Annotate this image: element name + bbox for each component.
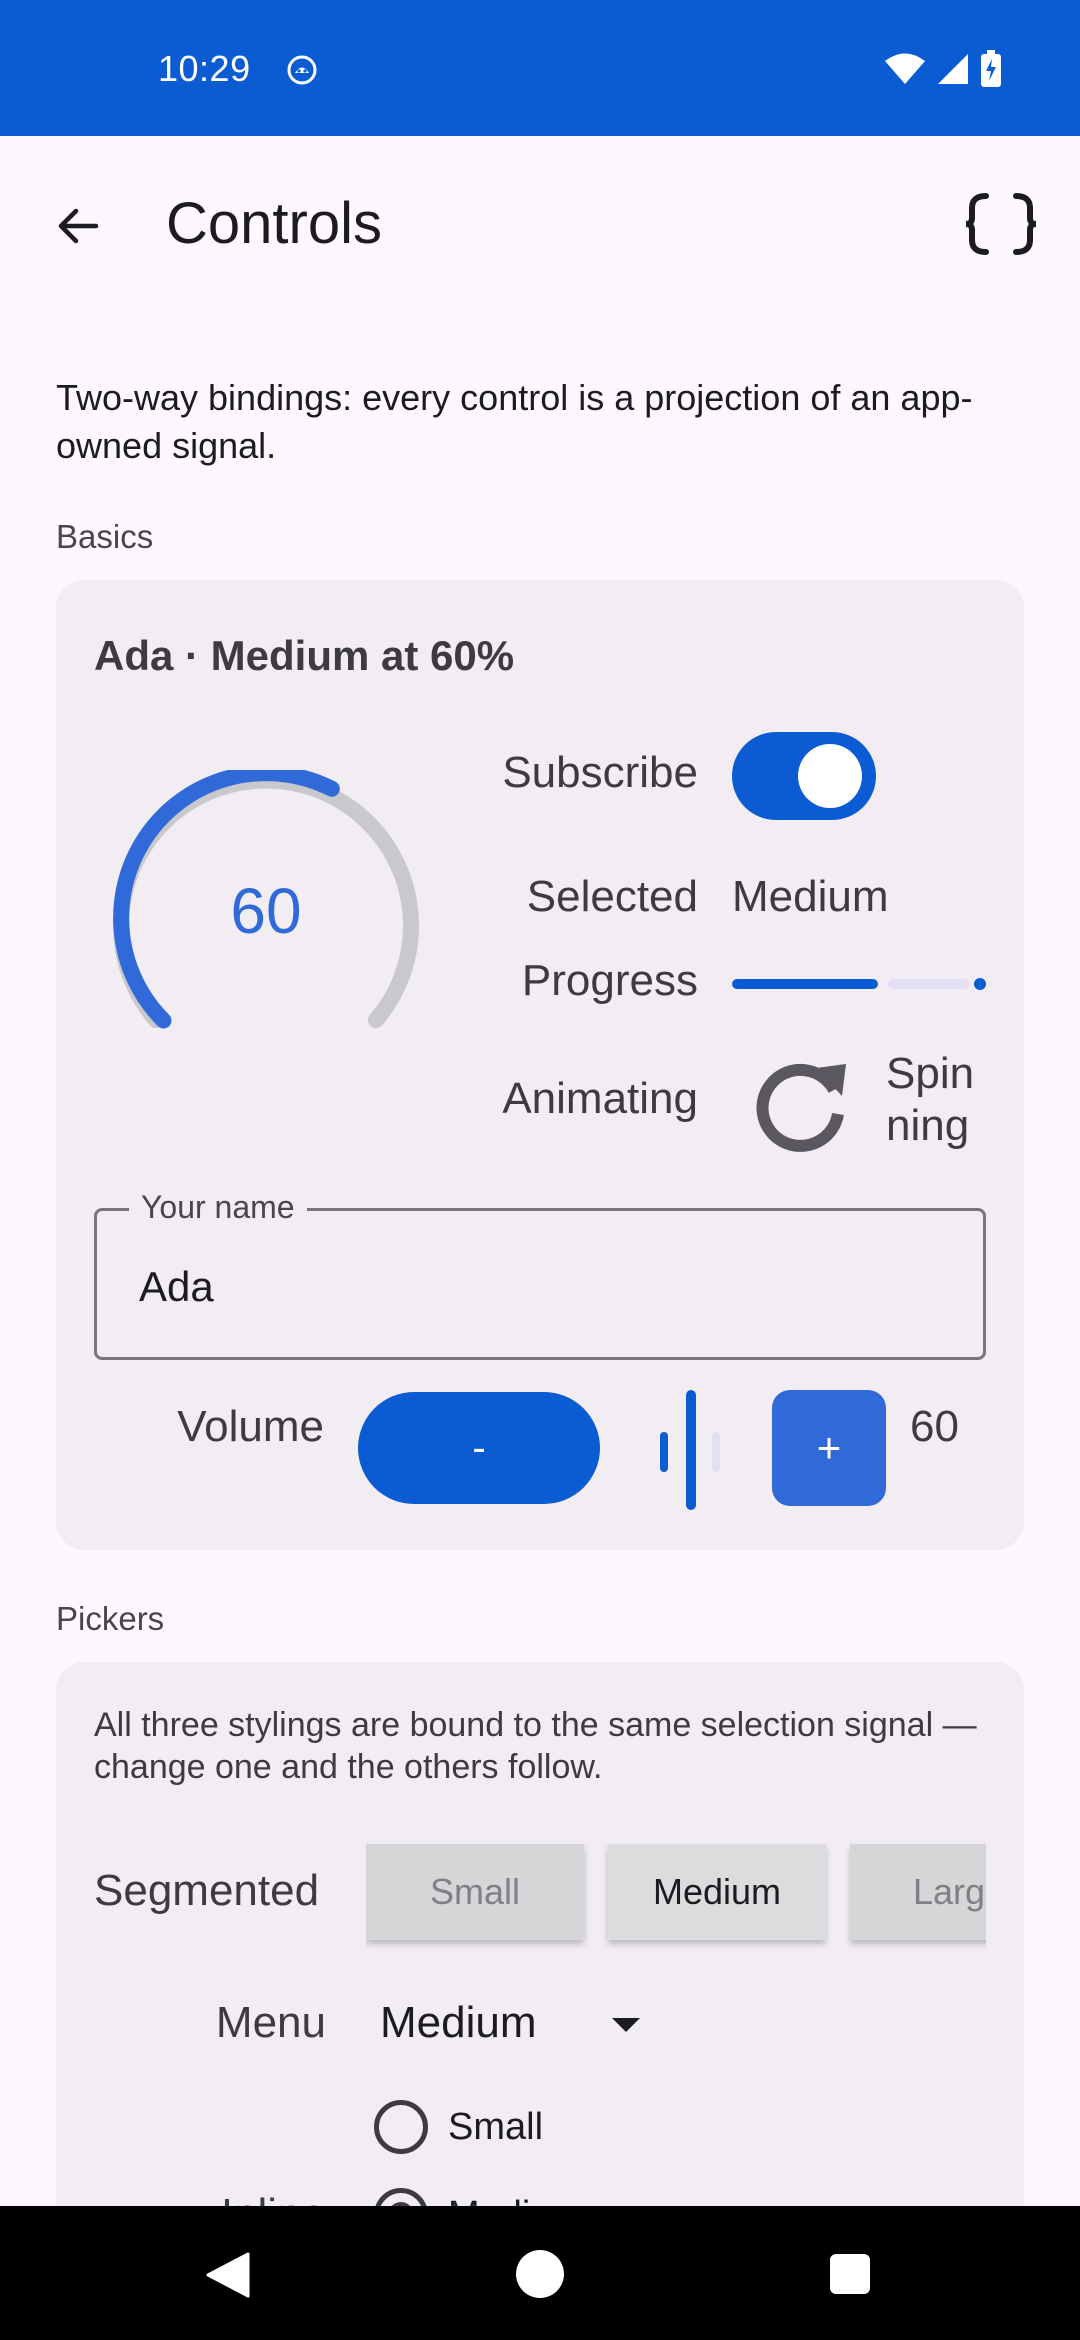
signal-icon bbox=[938, 54, 968, 84]
segment-small[interactable]: Small bbox=[366, 1844, 584, 1940]
subscribe-switch[interactable] bbox=[732, 732, 876, 820]
gauge-value: 60 bbox=[230, 875, 302, 947]
top-app-bar: Controls bbox=[0, 136, 1080, 316]
menu-label: Menu bbox=[215, 1998, 326, 2047]
status-time: 10:29 bbox=[158, 48, 251, 89]
back-button[interactable] bbox=[40, 188, 116, 264]
name-field-value: Ada bbox=[139, 1263, 214, 1310]
arrow-back-icon bbox=[58, 208, 99, 244]
volume-label: Volume bbox=[177, 1402, 324, 1451]
volume-value: 60 bbox=[910, 1402, 959, 1451]
pickers-card: All three stylings are bound to the same… bbox=[56, 1662, 1024, 2206]
pickers-description: All three stylings are bound to the same… bbox=[94, 1706, 977, 1786]
navigation-bar bbox=[0, 2206, 1080, 2340]
code-braces-icon bbox=[965, 193, 1037, 255]
nav-back-icon[interactable] bbox=[206, 2252, 250, 2298]
name-field[interactable]: Your name Ada bbox=[94, 1189, 986, 1360]
radio-label: Small bbox=[448, 2105, 544, 2148]
name-field-label: Your name bbox=[129, 1189, 307, 1226]
progress-remaining bbox=[888, 979, 970, 989]
selected-label: Selected bbox=[526, 872, 698, 921]
radio-button[interactable] bbox=[374, 2100, 428, 2154]
notification-icon bbox=[287, 55, 317, 85]
menu-dropdown[interactable]: Medium bbox=[380, 1998, 537, 2048]
code-view-button[interactable] bbox=[958, 186, 1044, 262]
progress-bar bbox=[732, 978, 986, 990]
segmented-control: Small Medium Large bbox=[366, 1834, 986, 1954]
progress-label: Progress bbox=[521, 956, 698, 1005]
card-title: Ada · Medium at 60% bbox=[94, 632, 515, 679]
nav-home-icon[interactable] bbox=[516, 2250, 564, 2298]
volume-decrease-button[interactable]: - bbox=[358, 1392, 600, 1504]
radio-button-checked[interactable] bbox=[374, 2188, 428, 2206]
segment-large[interactable]: Large bbox=[850, 1844, 986, 1940]
radio-option-medium[interactable]: Medium bbox=[374, 2188, 583, 2206]
basics-card: Ada · Medium at 60% 60 Subscribe Selecte… bbox=[56, 580, 1024, 1550]
radio-option-small[interactable]: Small bbox=[374, 2100, 543, 2154]
progress-end-dot bbox=[974, 978, 986, 990]
battery-icon bbox=[981, 50, 1001, 87]
animating-status: Spin ning bbox=[886, 1049, 975, 1150]
dropdown-arrow-icon[interactable] bbox=[612, 2018, 640, 2032]
intro-text: Two-way bindings: every control is a pro… bbox=[56, 377, 973, 466]
progress-fill bbox=[732, 979, 878, 989]
volume-slider[interactable] bbox=[656, 1388, 726, 1512]
volume-increase-button[interactable]: + bbox=[772, 1390, 886, 1506]
inline-label: Inline bbox=[56, 2190, 326, 2206]
section-label-pickers: Pickers bbox=[56, 1600, 165, 1637]
section-label-basics: Basics bbox=[56, 518, 154, 555]
status-bar: 10:29 bbox=[0, 0, 1080, 136]
animating-label: Animating bbox=[502, 1074, 698, 1123]
switch-thumb bbox=[798, 744, 862, 808]
refresh-spinner-icon bbox=[756, 1063, 846, 1152]
segment-medium[interactable]: Medium bbox=[608, 1844, 826, 1940]
scroll-content[interactable]: Two-way bindings: every control is a pro… bbox=[0, 316, 1080, 2206]
gauge-dial[interactable]: 60 bbox=[96, 765, 436, 1070]
subscribe-label: Subscribe bbox=[502, 748, 698, 797]
page-title: Controls bbox=[166, 191, 382, 256]
segmented-label: Segmented bbox=[94, 1866, 320, 1915]
wifi-icon bbox=[885, 53, 925, 84]
status-icons bbox=[884, 50, 1002, 88]
selected-value: Medium bbox=[732, 872, 889, 921]
nav-recent-apps-icon[interactable] bbox=[830, 2254, 870, 2294]
radio-label: Medium bbox=[448, 2194, 583, 2207]
